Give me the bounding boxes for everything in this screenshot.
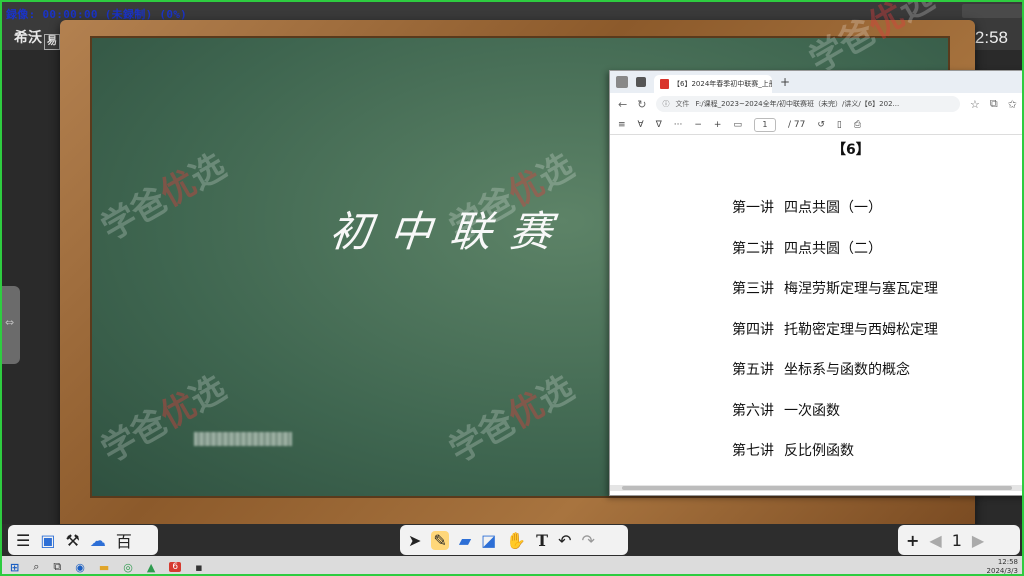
browser-tab-bar: 【6】2024年春季初中联赛_上册 ✕ + — [610, 71, 1022, 93]
refresh-icon[interactable]: ↻ — [637, 98, 646, 111]
toc-item: 第二讲 四点共圆（二） — [732, 240, 882, 257]
baidu-icon[interactable]: 百 — [116, 528, 132, 552]
fit-page-icon[interactable]: ▭ — [733, 120, 742, 130]
start-icon[interactable]: ⊞ — [10, 561, 19, 574]
eraser-icon[interactable]: ◪ — [481, 531, 496, 550]
toc-item: 第七讲 反比例函数 — [732, 443, 854, 459]
search-icon[interactable]: ⌕ — [33, 560, 39, 574]
screen-icon[interactable]: ▣ — [40, 531, 55, 550]
horizontal-scrollbar[interactable] — [610, 485, 1022, 491]
cloud-icon[interactable]: ☁ — [90, 531, 106, 550]
rotate-icon[interactable]: ↺ — [817, 120, 825, 130]
contents-icon[interactable]: ≡ — [618, 120, 626, 130]
task-view-icon[interactable]: ⧉ — [53, 560, 61, 574]
chrome-icon[interactable]: ◎ — [123, 561, 133, 574]
address-bar: ← ↻ ⓘ 文件 F:/课程_2023~2024全年/初中联赛班（未完）/讲义/… — [610, 93, 1022, 115]
table-of-contents: 第一讲 四点共圆（一） 第二讲 四点共圆（二） 第三讲 梅涅劳斯定理与塞瓦定理 第四讲… — [732, 197, 938, 481]
pdf-icon — [660, 79, 669, 89]
tray-time: 12:58 — [997, 558, 1018, 566]
highlight-icon[interactable]: ∇ — [656, 120, 662, 130]
explorer-icon[interactable]: ▬ — [99, 561, 109, 574]
screen: 録像: 00:00:00 (未録制) (0%) 希沃易 12:58 初中联赛 学… — [0, 0, 1024, 576]
side-drawer-handle[interactable] — [2, 286, 20, 364]
favorites-icon[interactable]: ✩ — [1008, 98, 1017, 111]
toc-item: 第三讲 梅涅劳斯定理与塞瓦定理 — [732, 281, 938, 297]
pdf-toolbar: ≡ ∀ ∇ ··· − + ▭ 1 / 77 ↺ ▯ ⎙ — [610, 115, 1022, 135]
highlighter-icon[interactable]: ▰ — [459, 531, 471, 550]
page-toolbar: + ◀ 1 ▶ — [898, 525, 1020, 555]
tools-icon[interactable]: ⚒ — [65, 531, 79, 550]
more-icon[interactable]: ··· — [674, 120, 683, 130]
favorite-icon[interactable]: ☆ — [970, 98, 980, 111]
brand-box: 易 — [44, 34, 60, 50]
url-text: F:/课程_2023~2024全年/初中联赛班（未完）/讲义/【6】202... — [695, 100, 900, 108]
undo-icon[interactable]: ↶ — [558, 531, 571, 550]
profile-icon[interactable] — [616, 76, 628, 88]
blurred-text — [194, 432, 292, 446]
terminal-icon[interactable]: ▪ — [195, 561, 202, 574]
toc-item: 第五讲 坐标系与函数的概念 — [732, 362, 910, 378]
menu-icon[interactable]: ☰ — [16, 531, 30, 550]
tab-actions-icon[interactable] — [636, 77, 646, 87]
pen-icon[interactable]: ✎ — [431, 530, 449, 550]
zoom-in-icon[interactable]: + — [714, 120, 722, 130]
app-icon[interactable]: ▲ — [147, 561, 155, 574]
system-tray: 12:58 2024/3/3 — [986, 558, 1018, 575]
toc-item: 第一讲 四点共圆（一） — [732, 200, 882, 216]
page-indicator[interactable]: 1 — [952, 531, 962, 550]
handwritten-title: 初中联赛 — [327, 207, 573, 256]
prev-page-icon[interactable]: ◀ — [929, 531, 941, 550]
windows-taskbar: ⊞ ⌕ ⧉ ◉ ▬ ◎ ▲ 6 ▪ 12:58 2024/3/3 — [2, 556, 1022, 575]
left-toolbar: ☰ ▣ ⚒ ☁ 百 — [8, 525, 158, 555]
page-number-input[interactable]: 1 — [753, 117, 776, 132]
window-tab[interactable] — [962, 4, 1022, 18]
select-icon[interactable]: ➤ — [408, 531, 421, 550]
next-page-icon[interactable]: ▶ — [972, 531, 984, 550]
tray-date: 2024/3/3 — [986, 567, 1018, 575]
back-icon[interactable]: ← — [618, 98, 627, 111]
pdf-page[interactable]: 【6】 第一讲 四点共圆（一） 第二讲 四点共圆（二） 第三讲 梅涅劳斯定理与塞瓦定理… — [610, 135, 1022, 491]
edge-icon[interactable]: ◉ — [75, 561, 85, 574]
tab-pdf[interactable]: 【6】2024年春季初中联赛_上册 ✕ — [654, 75, 772, 93]
drawing-toolbar: ➤ ✎ ▰ ◪ ✋ T ↶ ↷ — [400, 525, 628, 555]
tab-title: 【6】2024年春季初中联赛_上册 — [673, 80, 772, 88]
redo-icon[interactable]: ↷ — [581, 531, 594, 550]
page-total: / 77 — [787, 119, 806, 130]
app-badge-icon[interactable]: 6 — [169, 562, 182, 572]
split-screen-icon[interactable]: ⧉ — [990, 97, 998, 111]
pdf-viewer-window: 【6】2024年春季初中联赛_上册 ✕ + ← ↻ ⓘ 文件 F:/课程_202… — [609, 70, 1022, 496]
url-field[interactable]: ⓘ 文件 F:/课程_2023~2024全年/初中联赛班（未完）/讲义/【6】2… — [656, 96, 961, 112]
hand-icon[interactable]: ✋ — [506, 531, 526, 550]
toc-item: 第四讲 托勒密定理与西姆松定理 — [732, 321, 938, 338]
url-label: 文件 — [675, 100, 690, 108]
brand-name: 希沃 — [14, 30, 42, 46]
page-view-icon[interactable]: ▯ — [837, 120, 842, 130]
app-logo: 希沃易 — [14, 27, 60, 50]
draw-icon[interactable]: ∀ — [638, 120, 644, 130]
new-tab-button[interactable]: + — [780, 75, 790, 89]
add-page-button[interactable]: + — [906, 531, 919, 550]
zoom-out-icon[interactable]: − — [694, 120, 702, 130]
toc-item: 第六讲 一次函数 — [732, 402, 840, 419]
info-icon: ⓘ — [662, 100, 670, 108]
text-icon[interactable]: T — [536, 531, 548, 550]
document-title: 【6】 — [832, 142, 870, 158]
print-icon[interactable]: ⎙ — [854, 120, 861, 130]
